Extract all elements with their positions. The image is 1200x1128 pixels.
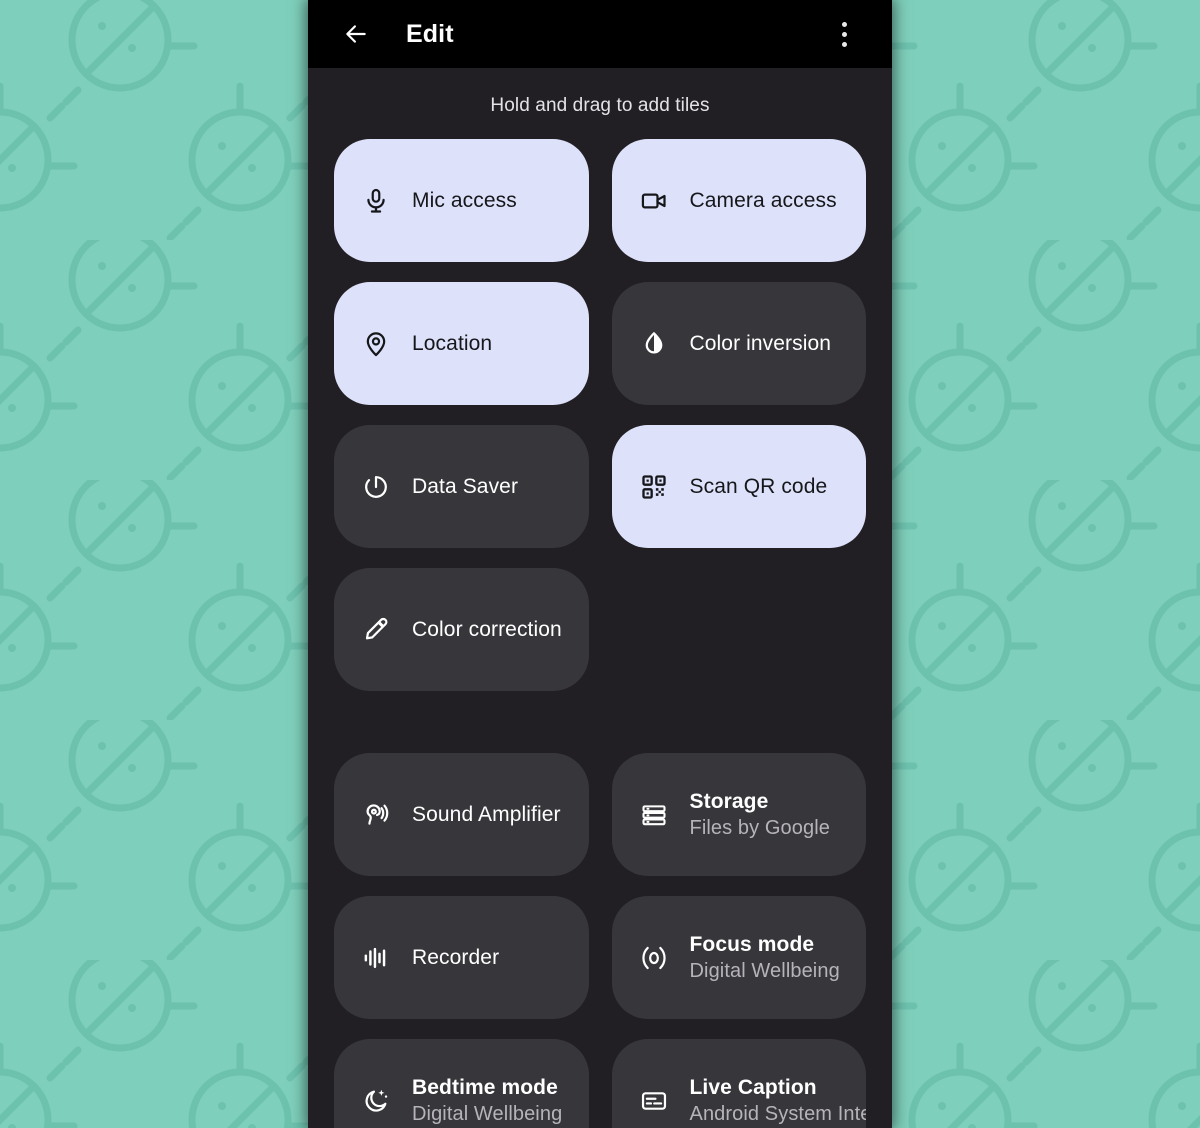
- tile-labels: Location: [412, 332, 492, 356]
- phone-screen: Edit Hold and drag to add tiles Mic acce…: [308, 0, 892, 1128]
- focus-mode-icon: [640, 944, 668, 972]
- tile-labels: Color correction: [412, 618, 562, 642]
- tile-bedtime-mode[interactable]: Bedtime mode Digital Wellbeing: [334, 1039, 589, 1128]
- tile-mic-access[interactable]: Mic access: [334, 139, 589, 262]
- tile-labels: Sound Amplifier: [412, 803, 561, 827]
- audio-waveform-icon: [362, 944, 390, 972]
- tile-label: Mic access: [412, 188, 517, 212]
- tile-scan-qr-code[interactable]: Scan QR code: [611, 425, 866, 548]
- tile-storage[interactable]: Storage Files by Google: [611, 753, 866, 876]
- tile-subtitle: Digital Wellbeing: [689, 959, 840, 982]
- tile-label: Sound Amplifier: [412, 802, 561, 826]
- moon-sparkle-icon: [365, 1089, 388, 1112]
- data-saver-icon: [362, 473, 390, 501]
- tile-labels: Color inversion: [690, 332, 832, 356]
- section-divider: [308, 691, 892, 753]
- tile-live-caption[interactable]: Live Caption Android System Inte: [611, 1039, 867, 1128]
- drag-hint-text: Hold and drag to add tiles: [490, 95, 710, 116]
- tile-labels: Bedtime mode Digital Wellbeing: [412, 1076, 562, 1126]
- back-button[interactable]: [334, 12, 378, 56]
- eyedropper-icon: [362, 616, 390, 644]
- tile-labels: Live Caption Android System Inte: [690, 1076, 867, 1126]
- tile-labels: Scan QR code: [690, 475, 828, 499]
- arrow-left-icon: [346, 25, 366, 43]
- tile-labels: Camera access: [690, 189, 837, 213]
- tile-labels: Data Saver: [412, 475, 518, 499]
- available-tiles-grid: Sound Amplifier Storage Files by Google Rec…: [308, 753, 892, 1128]
- tile-subtitle: Android System Inte: [689, 1102, 867, 1125]
- microphone-icon: [362, 187, 390, 215]
- tile-labels: Storage Files by Google: [690, 790, 830, 840]
- location-pin-icon: [366, 331, 386, 356]
- location-pin-icon: [362, 330, 390, 358]
- tile-label: Storage: [689, 789, 769, 813]
- live-caption-icon: [640, 1087, 668, 1115]
- tile-label: Recorder: [412, 945, 500, 969]
- tile-labels: Mic access: [412, 189, 517, 213]
- active-tiles-grid: Mic access Camera access Location Color inv…: [308, 139, 892, 691]
- moon-sparkle-icon: [362, 1087, 390, 1115]
- color-inversion-icon: [640, 330, 668, 358]
- tile-sound-amplifier[interactable]: Sound Amplifier: [334, 753, 589, 876]
- tile-empty-slot: [612, 568, 867, 691]
- tile-label: Focus mode: [689, 932, 815, 956]
- edit-tiles-sheet: Hold and drag to add tiles Mic access Cam…: [308, 68, 892, 1128]
- color-inversion-icon: [645, 331, 662, 354]
- tile-label: Live Caption: [689, 1075, 817, 1099]
- overflow-dot: [841, 21, 847, 27]
- video-camera-icon: [641, 192, 666, 209]
- tile-color-inversion[interactable]: Color inversion: [611, 282, 866, 405]
- app-bar: Edit: [308, 0, 892, 68]
- tile-camera-access[interactable]: Camera access: [611, 139, 866, 262]
- video-camera-icon: [640, 187, 668, 215]
- tile-location[interactable]: Location: [334, 282, 589, 405]
- tile-label: Color correction: [412, 617, 562, 641]
- tile-label: Data Saver: [412, 474, 519, 498]
- tile-data-saver[interactable]: Data Saver: [334, 425, 589, 548]
- ear-sound-icon: [366, 803, 389, 825]
- tile-focus-mode[interactable]: Focus mode Digital Wellbeing: [611, 896, 866, 1019]
- data-saver-icon: [365, 475, 387, 498]
- more-vertical-icon[interactable]: [826, 16, 862, 52]
- tile-color-correction[interactable]: Color correction: [334, 568, 589, 691]
- storage-bars-icon: [641, 804, 666, 825]
- overflow-dot: [841, 41, 847, 47]
- tile-labels: Recorder: [412, 946, 499, 970]
- microphone-icon: [367, 188, 385, 213]
- tile-label: Location: [412, 331, 493, 355]
- live-caption-icon: [641, 1091, 666, 1110]
- storage-bars-icon: [640, 801, 668, 829]
- tile-label: Camera access: [689, 188, 837, 212]
- tile-subtitle: Digital Wellbeing: [412, 1102, 563, 1125]
- tile-labels: Focus mode Digital Wellbeing: [690, 933, 840, 983]
- tile-recorder[interactable]: Recorder: [334, 896, 589, 1019]
- tile-subtitle: Files by Google: [689, 816, 830, 839]
- ear-sound-icon: [362, 801, 390, 829]
- eyedropper-icon: [365, 617, 388, 639]
- focus-mode-icon: [641, 946, 666, 969]
- tile-label: Scan QR code: [689, 474, 828, 498]
- qr-code-icon: [641, 474, 666, 499]
- qr-code-icon: [640, 473, 668, 501]
- overflow-dot: [841, 31, 847, 37]
- tile-label: Bedtime mode: [412, 1075, 558, 1099]
- page-title: Edit: [406, 19, 454, 48]
- audio-waveform-icon: [364, 947, 386, 968]
- tile-label: Color inversion: [689, 331, 832, 355]
